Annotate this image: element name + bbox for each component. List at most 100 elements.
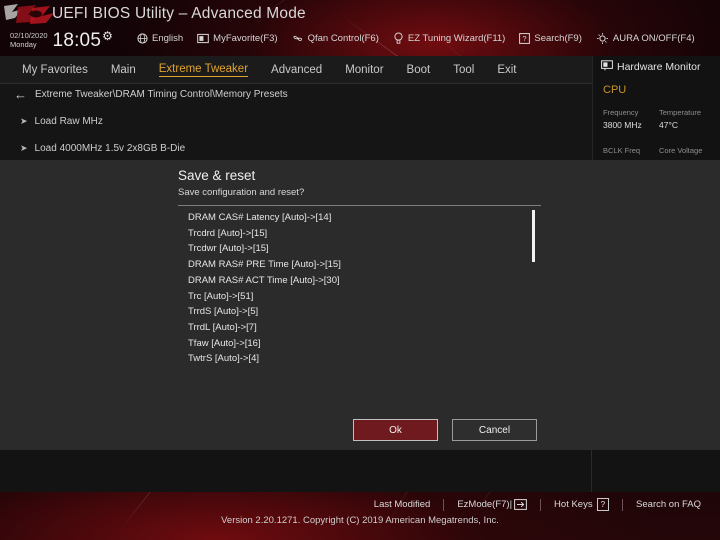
- list-item: DRAM CAS# Latency [Auto]->[14]: [188, 212, 332, 223]
- tab-tool[interactable]: Tool: [453, 64, 474, 77]
- save-and-reset-dialog: Save & reset Save configuration and rese…: [0, 160, 720, 450]
- main-tab-bar: My Favorites Main Extreme Tweaker Advanc…: [0, 56, 592, 84]
- footer-item-label: Hot Keys: [554, 499, 593, 510]
- hm-field-value: 3800 MHz: [603, 120, 642, 130]
- star-icon: [197, 33, 209, 44]
- header-item-aura[interactable]: AURA ON/OFF(F4): [596, 32, 695, 44]
- footer-item-label: Search on FAQ: [636, 499, 701, 510]
- ok-button[interactable]: Ok: [353, 419, 438, 441]
- header-item-label: English: [152, 32, 184, 44]
- list-item: Trcdrd [Auto]->[15]: [188, 227, 268, 239]
- gear-icon[interactable]: ⚙: [102, 30, 113, 42]
- panel-divider: [591, 450, 592, 492]
- chevron-right-icon: ➤: [20, 116, 28, 126]
- date-text: 02/10/2020: [10, 30, 48, 40]
- hm-row-2: BCLK Freq Core Voltage: [603, 146, 715, 155]
- hm-field-value: 47°C: [659, 120, 678, 130]
- lower-dark-band: [0, 450, 720, 492]
- header-actions: English MyFavorite(F3) Qfan Control(F6): [137, 32, 709, 44]
- header-item-myfavorite[interactable]: MyFavorite(F3): [197, 32, 278, 44]
- dialog-scrollbar[interactable]: [532, 210, 535, 370]
- hm-field-label: Frequency: [603, 108, 639, 117]
- list-item: Tfaw [Auto]->[16]: [188, 337, 261, 349]
- list-item: TrrdS [Auto]->[5]: [188, 306, 259, 318]
- hm-row-1: Frequency 3800 MHz Temperature 47°C: [603, 108, 715, 130]
- footer-item-label: EzMode(F7)|: [457, 499, 513, 510]
- globe-icon: [137, 32, 148, 44]
- bulb-icon: [393, 32, 404, 44]
- clock-block: 02/10/2020 Monday 18:05 ⚙: [10, 29, 113, 51]
- footer-bar: Last Modified EzMode(F7)| Hot Keys ? Sea…: [0, 492, 720, 540]
- menu-item-load-raw-mhz[interactable]: ➤ Load Raw MHz: [20, 116, 103, 127]
- tab-my-favorites[interactable]: My Favorites: [22, 64, 88, 77]
- hm-field-frequency: Frequency 3800 MHz: [603, 108, 659, 130]
- changes-list: DRAM CAS# Latency [Auto]->[14] Trcdrd [A…: [188, 210, 518, 367]
- svg-text:?: ?: [523, 34, 527, 43]
- back-arrow-icon[interactable]: ←: [14, 88, 27, 101]
- hm-field-core-voltage: Core Voltage: [659, 146, 715, 155]
- header-bar: UEFI BIOS Utility – Advanced Mode 02/10/…: [0, 0, 720, 56]
- header-item-ez-tuning[interactable]: EZ Tuning Wizard(F11): [393, 32, 506, 44]
- tab-main[interactable]: Main: [111, 64, 136, 77]
- hm-field-label: Core Voltage: [659, 146, 703, 155]
- footer-item-search-on-faq[interactable]: Search on FAQ: [623, 499, 714, 510]
- time-text: 18:05: [52, 29, 102, 51]
- version-text: Version 2.20.1271. Copyright (C) 2019 Am…: [221, 515, 499, 526]
- tab-exit[interactable]: Exit: [497, 64, 516, 77]
- header-item-english[interactable]: English: [137, 33, 183, 44]
- menu-item-label: Load 4000MHz 1.5v 2x8GB B-Die: [34, 143, 186, 154]
- hardware-monitor-fields: Frequency 3800 MHz Temperature 47°C BCLK…: [603, 108, 715, 155]
- menu-item-label: Load Raw MHz: [34, 116, 103, 127]
- cancel-button[interactable]: Cancel: [452, 419, 537, 441]
- dialog-divider: [178, 205, 541, 206]
- header-item-label: Qfan Control(F6): [307, 32, 379, 44]
- tab-advanced[interactable]: Advanced: [271, 64, 322, 77]
- header-item-label: EZ Tuning Wizard(F11): [407, 32, 506, 44]
- rog-logo-icon: [2, 2, 56, 28]
- aura-icon: [596, 32, 609, 44]
- bios-screen: UEFI BIOS Utility – Advanced Mode 02/10/…: [0, 0, 720, 540]
- scrollbar-thumb[interactable]: [532, 210, 535, 262]
- list-item: Trc [Auto]->[51]: [188, 290, 254, 302]
- list-item: Trcdwr [Auto]->[15]: [188, 243, 269, 255]
- arrow-right-box-icon: [514, 499, 527, 510]
- tab-boot[interactable]: Boot: [407, 64, 431, 77]
- fan-icon: [292, 33, 304, 44]
- menu-item-load-4000mhz[interactable]: ➤ Load 4000MHz 1.5v 2x8GB B-Die: [20, 143, 185, 154]
- header-item-search[interactable]: ? Search(F9): [519, 33, 582, 44]
- dialog-title: Save & reset: [178, 168, 256, 183]
- header-item-qfan[interactable]: Qfan Control(F6): [292, 33, 379, 44]
- footer-actions: Last Modified EzMode(F7)| Hot Keys ? Sea…: [361, 498, 714, 511]
- weekday-text: Monday: [10, 40, 37, 49]
- footer-item-last-modified[interactable]: Last Modified: [361, 499, 444, 510]
- footer-item-hot-keys[interactable]: Hot Keys ?: [541, 498, 622, 511]
- list-item: DRAM RAS# PRE Time [Auto]->[15]: [188, 259, 341, 271]
- hm-field-temperature: Temperature 47°C: [659, 108, 715, 130]
- chevron-right-icon: ➤: [20, 143, 28, 153]
- question-box-icon: ?: [596, 498, 610, 511]
- monitor-icon: [601, 60, 613, 74]
- hm-field-label: BCLK Freq: [603, 146, 641, 155]
- footer-item-ezmode[interactable]: EzMode(F7)|: [444, 499, 540, 510]
- footer-item-label: Last Modified: [373, 499, 431, 510]
- dialog-subtitle: Save configuration and reset?: [178, 187, 305, 198]
- breadcrumb[interactable]: ← Extreme Tweaker\DRAM Timing Control\Me…: [14, 88, 288, 101]
- header-item-label: MyFavorite(F3): [213, 32, 278, 44]
- hardware-monitor-title-text: Hardware Monitor: [617, 61, 701, 73]
- header-item-label: Search(F9): [534, 32, 582, 44]
- page-title: UEFI BIOS Utility – Advanced Mode: [52, 5, 306, 22]
- list-item: DRAM RAS# ACT Time [Auto]->[30]: [188, 274, 340, 286]
- hardware-monitor-section-cpu: CPU: [603, 84, 627, 96]
- hardware-monitor-title: Hardware Monitor: [601, 60, 700, 74]
- hm-field-label: Temperature: [659, 108, 702, 117]
- breadcrumb-text: Extreme Tweaker\DRAM Timing Control\Memo…: [35, 89, 288, 100]
- dialog-buttons: Ok Cancel: [353, 419, 537, 441]
- header-item-label: AURA ON/OFF(F4): [612, 32, 695, 44]
- tab-extreme-tweaker[interactable]: Extreme Tweaker: [158, 63, 249, 77]
- date-block: 02/10/2020 Monday: [10, 31, 48, 50]
- tab-monitor[interactable]: Monitor: [345, 64, 383, 77]
- list-item: TwtrS [Auto]->[4]: [188, 353, 260, 365]
- hm-field-bclk-freq: BCLK Freq: [603, 146, 659, 155]
- search-icon: ?: [519, 32, 531, 44]
- list-item: TrrdL [Auto]->[7]: [188, 321, 257, 333]
